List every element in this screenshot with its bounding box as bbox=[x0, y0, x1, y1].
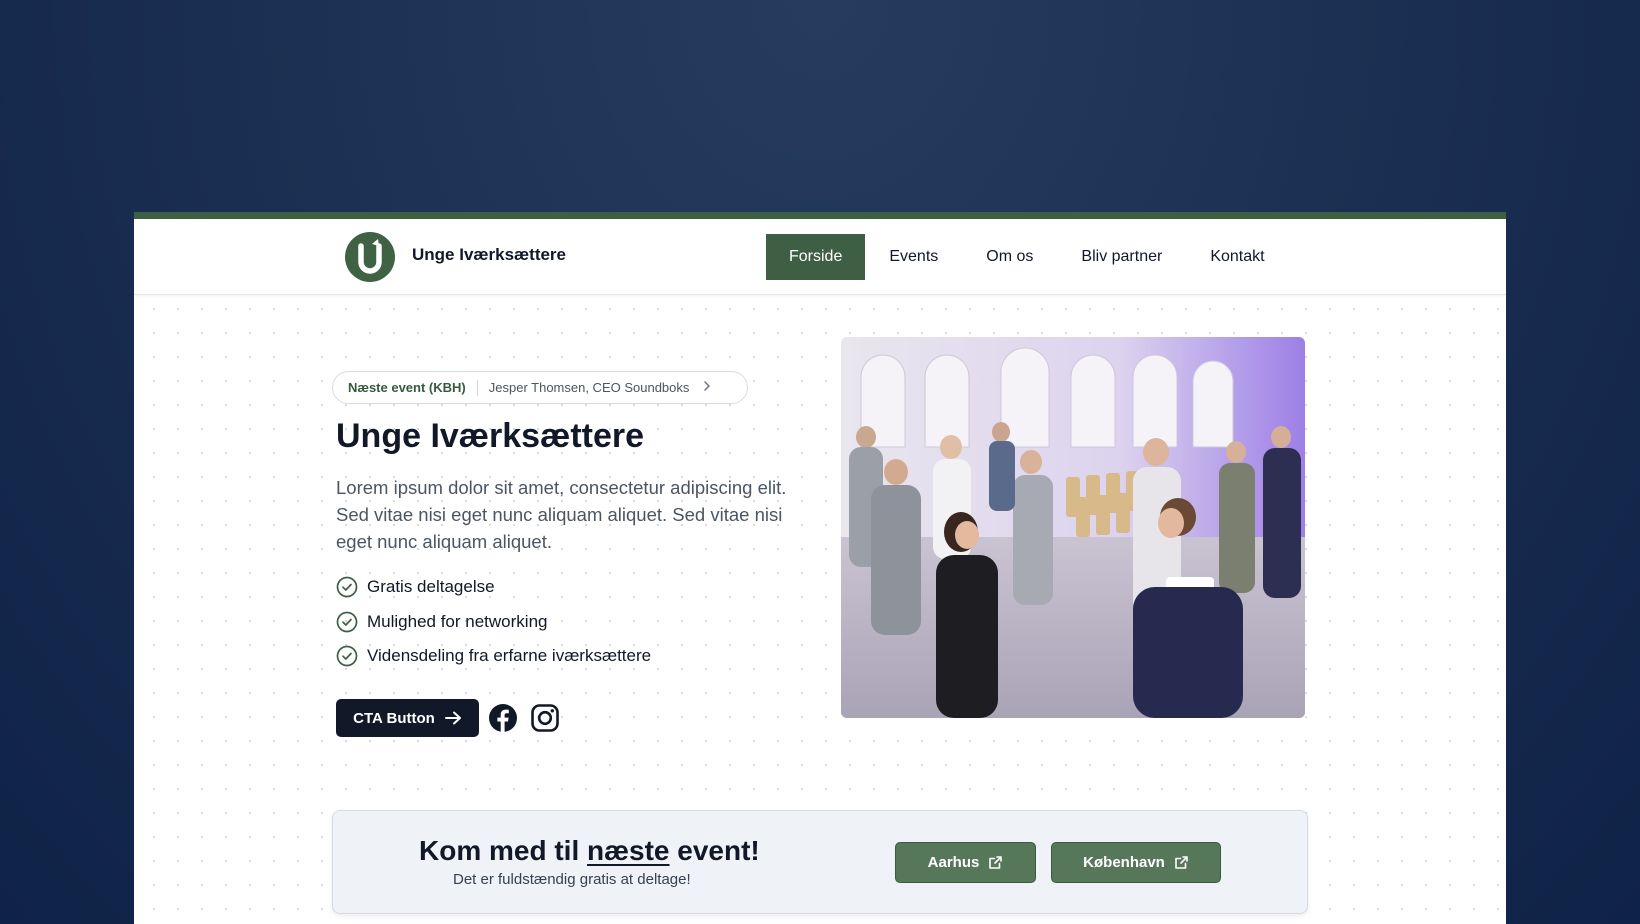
logo[interactable] bbox=[345, 232, 395, 282]
instagram-icon[interactable] bbox=[530, 703, 560, 733]
nav-item-forside[interactable]: Forside bbox=[766, 234, 866, 280]
chevron-right-icon bbox=[703, 380, 711, 395]
browser-frame: Unge Iværksættere Forside Events Om os B… bbox=[134, 212, 1506, 924]
banner-title: Kom med til næste event! bbox=[419, 835, 760, 867]
feature-item: Gratis deltagelse bbox=[336, 570, 651, 605]
aarhus-button[interactable]: Aarhus bbox=[895, 842, 1036, 883]
cta-button[interactable]: CTA Button bbox=[336, 699, 479, 737]
feature-label: Mulighed for networking bbox=[367, 611, 548, 631]
event-photo bbox=[841, 337, 1305, 718]
banner-title-end: event! bbox=[669, 835, 760, 866]
cta-label: CTA Button bbox=[353, 709, 435, 727]
feature-list: Gratis deltagelse Mulighed for networkin… bbox=[336, 570, 651, 674]
banner-title-start: Kom med til bbox=[419, 835, 588, 866]
next-event-speaker: Jesper Thomsen, CEO Soundboks bbox=[488, 380, 690, 395]
next-event-tag: Næste event (KBH) bbox=[348, 380, 466, 395]
banner-subtitle: Det er fuldstændig gratis at deltage! bbox=[453, 871, 691, 888]
nav-item-kontakt[interactable]: Kontakt bbox=[1186, 234, 1288, 280]
pill-divider bbox=[476, 379, 478, 396]
nav-item-events[interactable]: Events bbox=[865, 234, 962, 280]
arrow-right-icon bbox=[444, 711, 461, 725]
check-circle-icon bbox=[336, 611, 358, 633]
nav-item-om-os[interactable]: Om os bbox=[962, 234, 1057, 280]
aarhus-label: Aarhus bbox=[927, 854, 980, 871]
next-event-banner: Kom med til næste event! Det er fuldstæn… bbox=[332, 810, 1308, 914]
feature-item: Mulighed for networking bbox=[336, 605, 651, 640]
feature-item: Vidensdeling fra erfarne iværksættere bbox=[336, 639, 651, 674]
external-link-icon bbox=[1175, 856, 1188, 869]
next-event-pill[interactable]: Næste event (KBH) Jesper Thomsen, CEO So… bbox=[332, 371, 748, 404]
kobenhavn-button[interactable]: København bbox=[1051, 842, 1221, 883]
check-circle-icon bbox=[336, 645, 358, 667]
hero-description: Lorem ipsum dolor sit amet, consectetur … bbox=[336, 477, 787, 552]
external-link-icon bbox=[989, 856, 1003, 869]
brand-name[interactable]: Unge Iværksættere bbox=[412, 245, 566, 265]
check-circle-icon bbox=[336, 576, 358, 598]
main-nav: Forside Events Om os Bliv partner Kontak… bbox=[766, 234, 1289, 280]
banner-title-highlight: næste bbox=[587, 835, 670, 866]
feature-label: Gratis deltagelse bbox=[367, 577, 495, 597]
facebook-icon[interactable] bbox=[488, 703, 518, 733]
feature-label: Vidensdeling fra erfarne iværksættere bbox=[367, 646, 652, 666]
nav-item-bliv-partner[interactable]: Bliv partner bbox=[1057, 234, 1186, 280]
navbar: Unge Iværksættere Forside Events Om os B… bbox=[134, 219, 1506, 295]
hero-title: Unge Iværksættere bbox=[336, 417, 645, 455]
kobenhavn-label: København bbox=[1083, 854, 1165, 871]
